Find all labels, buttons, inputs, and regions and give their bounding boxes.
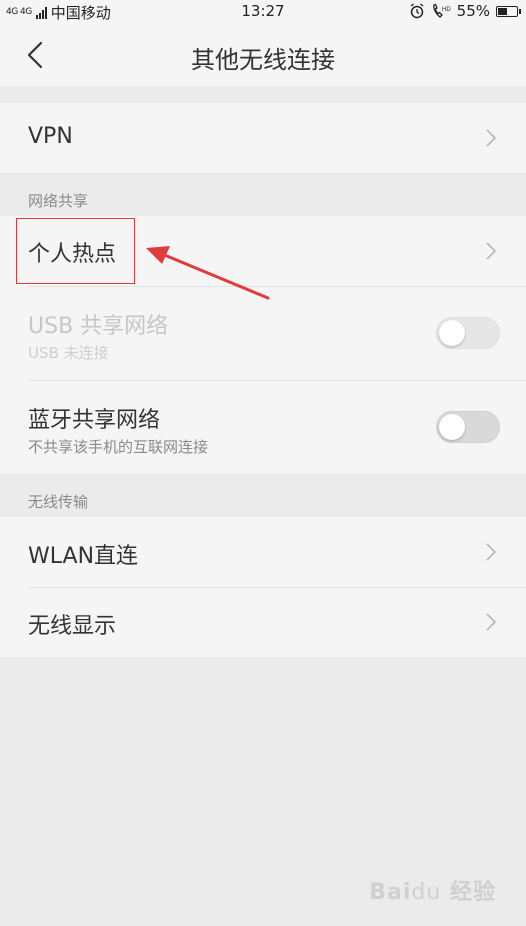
toggle-knob <box>439 414 465 440</box>
bluetooth-tethering-row[interactable]: 蓝牙共享网络 不共享该手机的互联网连接 <box>0 380 526 474</box>
svg-text:HD: HD <box>442 7 451 13</box>
chevron-right-icon <box>486 242 497 260</box>
chevron-right-icon <box>486 613 497 631</box>
wlan-direct-row[interactable]: WLAN直连 <box>0 517 526 587</box>
wireless-display-label: 无线显示 <box>28 614 117 639</box>
watermark-logo: Baidu 经验 <box>369 880 496 905</box>
wlan-direct-label: WLAN直连 <box>28 544 139 569</box>
vpn-label: VPN <box>28 124 73 149</box>
wireless-display-row[interactable]: 无线显示 <box>0 587 526 657</box>
usb-tethering-toggle <box>436 317 500 349</box>
page-title: 其他无线连接 <box>191 46 335 74</box>
section-header-network-sharing: 网络共享 <box>28 192 89 210</box>
bluetooth-tethering-toggle[interactable] <box>436 411 500 443</box>
battery-fill <box>498 7 508 15</box>
annotation-arrow-icon <box>146 246 270 300</box>
bluetooth-tethering-label: 蓝牙共享网络 <box>28 408 161 433</box>
chevron-right-icon <box>486 129 497 147</box>
section-header-wireless-transfer: 无线传输 <box>28 493 89 511</box>
alarm-icon <box>410 3 424 19</box>
bluetooth-tethering-subtitle: 不共享该手机的互联网连接 <box>28 438 209 456</box>
vpn-group: VPN <box>0 103 526 173</box>
vpn-row[interactable]: VPN <box>0 103 526 173</box>
status-bar: 4G 4G 中国移动 13:27 HD 55% <box>0 0 526 24</box>
hd-call-icon: HD <box>432 3 451 18</box>
battery-icon <box>496 5 521 17</box>
toggle-knob <box>439 320 465 346</box>
chevron-right-icon <box>486 543 497 561</box>
wireless-transfer-group: WLAN直连 无线显示 <box>0 517 526 657</box>
highlight-box <box>16 218 135 284</box>
usb-tethering-label: USB 共享网络 <box>28 314 169 339</box>
app-header: 其他无线连接 <box>0 24 526 86</box>
usb-tethering-subtitle: USB 未连接 <box>28 344 109 362</box>
battery-percent: 55% <box>456 2 490 20</box>
